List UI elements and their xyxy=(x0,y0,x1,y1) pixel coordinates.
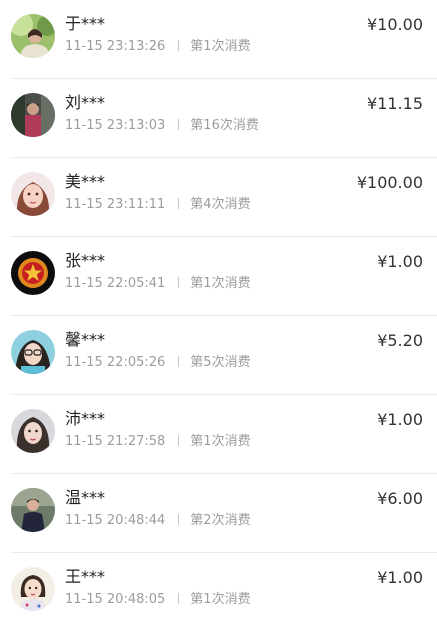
customer-name: 张*** xyxy=(65,251,106,270)
avatar[interactable] xyxy=(11,93,55,137)
consumption-count: 第1次消费 xyxy=(190,434,251,449)
meta-divider xyxy=(178,435,180,446)
customer-name: 馨*** xyxy=(65,330,106,349)
transaction-meta: 11-15 23:13:26 第1次消费 xyxy=(65,38,251,56)
list-item[interactable]: 张*** 11-15 22:05:41 第1次消费 ¥1.00 xyxy=(0,237,437,316)
list-item[interactable]: 王*** 11-15 20:48:05 第1次消费 ¥1.00 xyxy=(0,553,437,632)
avatar[interactable] xyxy=(11,567,55,611)
transaction-meta: 11-15 20:48:44 第2次消费 xyxy=(65,512,251,530)
list-item[interactable]: 沛*** 11-15 21:27:58 第1次消费 ¥1.00 xyxy=(0,395,437,474)
consumption-count: 第5次消费 xyxy=(190,355,251,370)
transaction-amount: ¥1.00 xyxy=(377,568,423,587)
meta-divider xyxy=(178,40,180,51)
transaction-time: 11-15 22:05:41 xyxy=(65,276,166,291)
meta-divider xyxy=(178,119,180,130)
consumption-count: 第16次消费 xyxy=(190,118,259,133)
transaction-time: 11-15 21:27:58 xyxy=(65,434,166,449)
avatar-photo-icon xyxy=(11,93,55,137)
transaction-time: 11-15 23:13:26 xyxy=(65,39,166,54)
list-item[interactable]: 温*** 11-15 20:48:44 第2次消费 ¥6.00 xyxy=(0,474,437,553)
customer-name: 沛*** xyxy=(65,409,106,428)
transaction-meta: 11-15 22:05:26 第5次消费 xyxy=(65,354,251,372)
transaction-amount: ¥11.15 xyxy=(367,94,423,113)
consumption-list: 于*** 11-15 23:13:26 第1次消费 ¥10.00 刘*** 11-… xyxy=(0,0,437,619)
consumption-count: 第1次消费 xyxy=(190,276,251,291)
avatar-emblem-icon xyxy=(11,251,55,295)
transaction-time: 11-15 23:13:03 xyxy=(65,118,166,133)
avatar-photo-icon xyxy=(11,172,55,216)
transaction-meta: 11-15 21:27:58 第1次消费 xyxy=(65,433,251,451)
avatar[interactable] xyxy=(11,488,55,532)
customer-name: 于*** xyxy=(65,14,106,33)
avatar-photo-icon xyxy=(11,330,55,374)
avatar[interactable] xyxy=(11,409,55,453)
transaction-amount: ¥100.00 xyxy=(356,173,423,192)
avatar-photo-icon xyxy=(11,488,55,532)
transaction-amount: ¥1.00 xyxy=(377,252,423,271)
consumption-count: 第2次消费 xyxy=(190,513,251,528)
transaction-amount: ¥10.00 xyxy=(367,15,423,34)
list-item[interactable]: 馨*** 11-15 22:05:26 第5次消费 ¥5.20 xyxy=(0,316,437,395)
consumption-count: 第1次消费 xyxy=(190,592,251,607)
avatar-photo-icon xyxy=(11,409,55,453)
avatar-photo-icon xyxy=(11,567,55,611)
transaction-meta: 11-15 20:48:05 第1次消费 xyxy=(65,591,251,609)
list-item[interactable]: 美*** 11-15 23:11:11 第4次消费 ¥100.00 xyxy=(0,158,437,237)
avatar[interactable] xyxy=(11,14,55,58)
customer-name: 温*** xyxy=(65,488,106,507)
meta-divider xyxy=(178,356,180,367)
meta-divider xyxy=(178,277,180,288)
transaction-amount: ¥5.20 xyxy=(377,331,423,350)
transaction-meta: 11-15 22:05:41 第1次消费 xyxy=(65,275,251,293)
customer-name: 王*** xyxy=(65,567,106,586)
meta-divider xyxy=(178,198,180,209)
transaction-amount: ¥1.00 xyxy=(377,410,423,429)
avatar[interactable] xyxy=(11,172,55,216)
list-item[interactable]: 于*** 11-15 23:13:26 第1次消费 ¥10.00 xyxy=(0,0,437,79)
transaction-meta: 11-15 23:11:11 第4次消费 xyxy=(65,196,251,214)
avatar[interactable] xyxy=(11,251,55,295)
customer-name: 美*** xyxy=(65,172,106,191)
avatar[interactable] xyxy=(11,330,55,374)
transaction-time: 11-15 20:48:05 xyxy=(65,592,166,607)
transaction-meta: 11-15 23:13:03 第16次消费 xyxy=(65,117,259,135)
transaction-time: 11-15 20:48:44 xyxy=(65,513,166,528)
transaction-time: 11-15 23:11:11 xyxy=(65,197,166,212)
avatar-photo-icon xyxy=(11,14,55,58)
meta-divider xyxy=(178,593,180,604)
list-item[interactable]: 刘*** 11-15 23:13:03 第16次消费 ¥11.15 xyxy=(0,79,437,158)
transaction-time: 11-15 22:05:26 xyxy=(65,355,166,370)
consumption-count: 第4次消费 xyxy=(190,197,251,212)
customer-name: 刘*** xyxy=(65,93,106,112)
transaction-amount: ¥6.00 xyxy=(377,489,423,508)
meta-divider xyxy=(178,514,180,525)
consumption-count: 第1次消费 xyxy=(190,39,251,54)
